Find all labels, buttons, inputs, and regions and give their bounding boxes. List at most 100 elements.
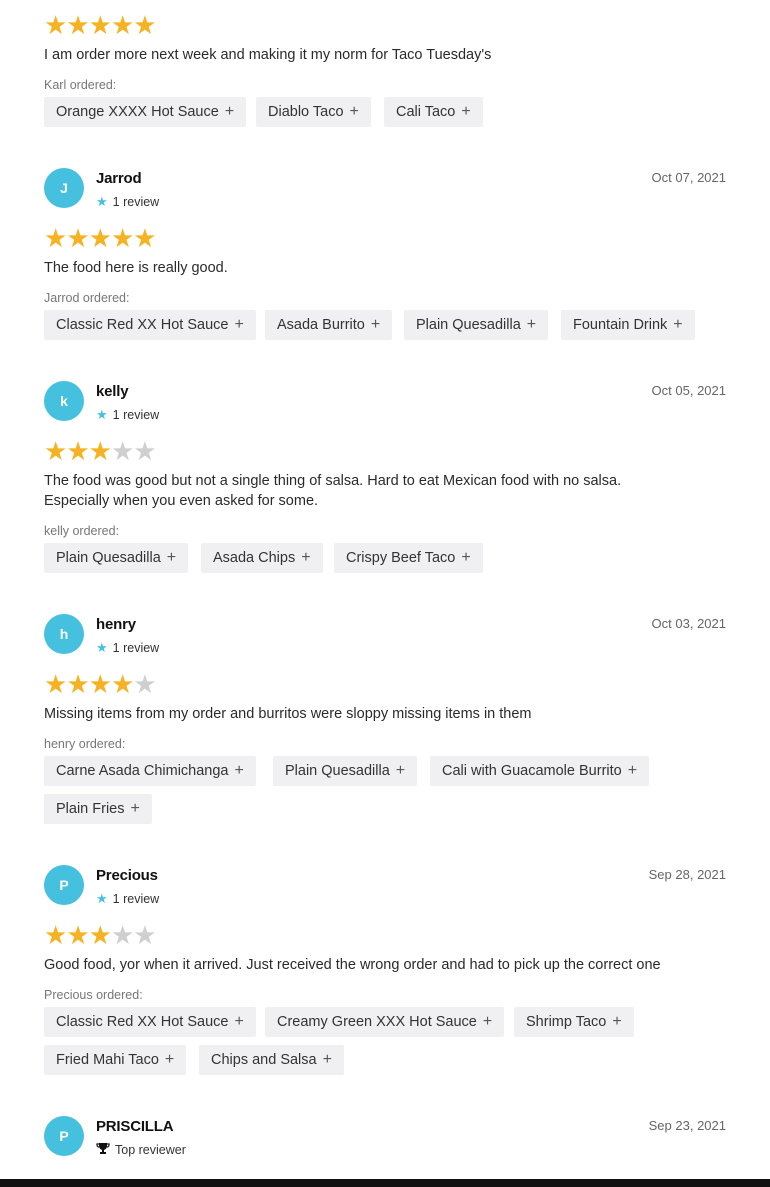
- star-icon: ★: [66, 10, 89, 40]
- star-icon: ★: [66, 669, 89, 699]
- reviewer-meta: ★ 1 review: [96, 640, 160, 655]
- star-icon: ★: [110, 436, 134, 466]
- review-priscilla: P PRISCILLA Top reviewer Sep 23, 2021: [44, 1116, 726, 1158]
- star-icon: ★: [133, 669, 156, 699]
- reviewer-name[interactable]: Jarrod: [96, 170, 142, 187]
- reviewer-meta: ★ 1 review: [96, 194, 160, 209]
- ordered-item-chip[interactable]: Chips and Salsa +: [199, 1045, 344, 1075]
- plus-icon: +: [482, 1013, 493, 1030]
- reviewer-meta: ★ 1 review: [96, 407, 160, 422]
- ordered-item-chip[interactable]: Cali with Guacamole Burrito +: [430, 756, 650, 786]
- review-date: Oct 03, 2021: [651, 616, 726, 631]
- star-icon: ★: [66, 920, 89, 950]
- ordered-item-chip[interactable]: Asada Chips +: [201, 543, 323, 573]
- ordered-label: Jarrod ordered:: [44, 291, 130, 305]
- trophy-icon: [96, 1142, 110, 1158]
- plus-icon: +: [370, 316, 381, 333]
- star-icon: ★: [88, 436, 112, 466]
- review-count-star-icon: ★: [96, 194, 108, 209]
- review-header: k kelly ★ 1 review Oct 05, 2021: [44, 381, 726, 422]
- plus-icon: +: [224, 103, 235, 120]
- rating-stars: ★★★★★: [44, 920, 157, 950]
- ordered-item-chip[interactable]: Crispy Beef Taco +: [334, 543, 483, 573]
- reviewer-name[interactable]: kelly: [96, 383, 129, 400]
- star-icon: ★: [44, 920, 67, 950]
- avatar[interactable]: k: [44, 381, 84, 421]
- reviewer-name[interactable]: PRISCILLA: [96, 1118, 174, 1135]
- plus-icon: +: [234, 762, 244, 779]
- rating-stars: ★★★★★: [44, 436, 157, 466]
- review-kelly: k kelly ★ 1 review Oct 05, 2021 ★★★★★ The…: [44, 381, 726, 573]
- avatar[interactable]: P: [44, 865, 84, 905]
- star-icon: ★: [44, 223, 67, 253]
- review-henry: h henry ★ 1 review Oct 03, 2021 ★★★★★ Mis…: [44, 614, 726, 824]
- star-icon: ★: [110, 10, 134, 40]
- plus-icon: +: [461, 103, 471, 120]
- plus-icon: +: [301, 549, 311, 566]
- ordered-item-chip[interactable]: Classic Red XX Hot Sauce +: [44, 310, 256, 340]
- ordered-item-chip[interactable]: Carne Asada Chimichanga +: [44, 756, 256, 786]
- reviewer-meta: Top reviewer: [96, 1142, 186, 1158]
- ordered-item-chip[interactable]: Plain Fries +: [44, 794, 152, 824]
- plus-icon: +: [612, 1013, 622, 1030]
- star-icon: ★: [66, 223, 89, 253]
- ordered-item-chip[interactable]: Shrimp Taco +: [514, 1007, 634, 1037]
- star-icon: ★: [44, 669, 67, 699]
- ordered-item-chip[interactable]: Cali Taco +: [384, 97, 483, 127]
- ordered-label: Karl ordered:: [44, 78, 117, 92]
- avatar[interactable]: h: [44, 614, 84, 654]
- star-icon: ★: [133, 436, 156, 466]
- star-icon: ★: [110, 223, 134, 253]
- ordered-item-chip[interactable]: Fountain Drink +: [561, 310, 695, 340]
- review-text: The food was good but not a single thing…: [44, 473, 622, 509]
- review-text: Good food, yor when it arrived. Just rec…: [44, 957, 661, 973]
- reviewer-name[interactable]: Precious: [96, 867, 158, 884]
- rating-stars: ★★★★★: [44, 223, 157, 253]
- star-icon: ★: [133, 223, 156, 253]
- review-text: Missing items from my order and burritos…: [44, 706, 532, 722]
- plus-icon: +: [130, 800, 140, 817]
- star-icon: ★: [88, 920, 112, 950]
- ordered-item-chip[interactable]: Diablo Taco +: [256, 97, 371, 127]
- plus-icon: +: [349, 103, 359, 120]
- avatar[interactable]: P: [44, 1116, 84, 1156]
- avatar[interactable]: J: [44, 168, 84, 208]
- review-date: Oct 07, 2021: [651, 170, 726, 185]
- star-icon: ★: [133, 10, 156, 40]
- ordered-item-chip[interactable]: Classic Red XX Hot Sauce +: [44, 1007, 256, 1037]
- star-icon: ★: [44, 436, 67, 466]
- star-icon: ★: [88, 223, 112, 253]
- review-jarrod: J Jarrod ★ 1 review Oct 07, 2021 ★★★★★ Th…: [44, 168, 726, 340]
- review-header: h henry ★ 1 review Oct 03, 2021: [44, 614, 726, 655]
- star-icon: ★: [110, 669, 134, 699]
- ordered-item-chip[interactable]: Fried Mahi Taco +: [44, 1045, 187, 1075]
- star-icon: ★: [44, 10, 67, 40]
- plus-icon: +: [395, 762, 406, 779]
- ordered-item-chip[interactable]: Plain Quesadilla +: [273, 756, 418, 786]
- review-date: Oct 05, 2021: [651, 383, 726, 398]
- ordered-item-chip[interactable]: Plain Quesadilla +: [404, 310, 549, 340]
- plus-icon: +: [526, 316, 537, 333]
- bottom-bar: [0, 1179, 770, 1187]
- rating-stars: ★★★★★: [44, 10, 157, 40]
- review-header: P PRISCILLA Top reviewer Sep 23, 2021: [44, 1116, 726, 1158]
- reviewer-name[interactable]: henry: [96, 616, 136, 633]
- ordered-label: kelly ordered:: [44, 524, 120, 538]
- plus-icon: +: [166, 549, 177, 566]
- review-header: J Jarrod ★ 1 review Oct 07, 2021: [44, 168, 726, 209]
- ordered-item-chip[interactable]: Asada Burrito +: [265, 310, 393, 340]
- review-date: Sep 28, 2021: [648, 867, 726, 882]
- star-icon: ★: [110, 920, 134, 950]
- ordered-item-chip[interactable]: Orange XXXX Hot Sauce +: [44, 97, 247, 127]
- star-icon: ★: [88, 10, 112, 40]
- ordered-item-chip[interactable]: Plain Quesadilla +: [44, 543, 189, 573]
- plus-icon: +: [673, 316, 683, 333]
- reviewer-meta: ★ 1 review: [96, 891, 160, 906]
- review-count-star-icon: ★: [96, 891, 108, 906]
- review-count-star-icon: ★: [96, 407, 108, 422]
- review-text: I am order more next week and making it …: [44, 47, 492, 63]
- review-count-star-icon: ★: [96, 640, 108, 655]
- plus-icon: +: [322, 1051, 332, 1068]
- ordered-item-chip[interactable]: Creamy Green XXX Hot Sauce +: [265, 1007, 505, 1037]
- ordered-label: Precious ordered:: [44, 988, 143, 1002]
